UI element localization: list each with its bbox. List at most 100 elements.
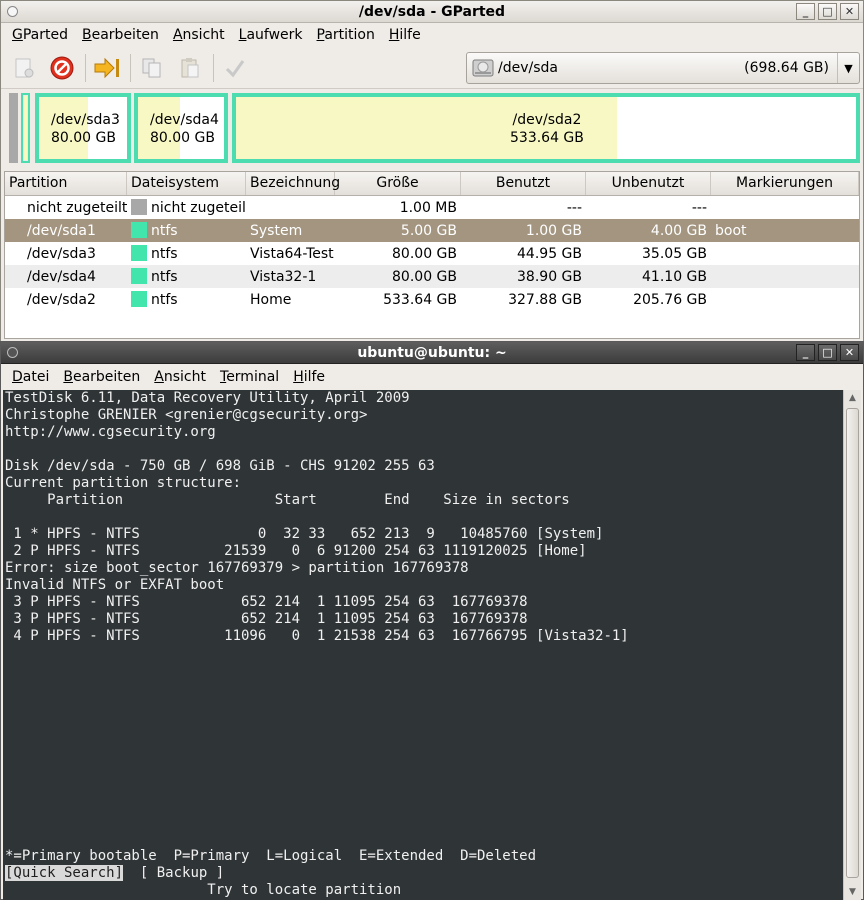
menu-laufwerk[interactable]: Laufwerk [239, 27, 303, 43]
new-partition-button[interactable] [9, 53, 39, 83]
terminal-scrollbar[interactable]: ▲ ▼ [843, 390, 861, 900]
unallocated-block[interactable] [9, 93, 18, 163]
window-menu-icon[interactable] [7, 6, 18, 17]
terminal-line: Christophe GRENIER <grenier@cgsecurity.o… [5, 407, 368, 423]
maximize-button[interactable]: □ [818, 3, 837, 20]
gparted-toolbar: /dev/sda (698.64 GB) ▼ [1, 47, 863, 89]
column-header-filesystem[interactable]: Dateisystem [127, 172, 246, 195]
table-row[interactable]: nicht zugeteilt nicht zugeteilt 1.00 MB … [5, 196, 859, 219]
device-selector[interactable]: /dev/sda (698.64 GB) ▼ [466, 52, 860, 84]
gparted-window: /dev/sda - GParted _ □ ✕ GParted Bearbei… [0, 0, 864, 343]
toolbar-separator [130, 53, 131, 82]
cell-used: 38.90 GB [517, 268, 582, 285]
gparted-menubar: GParted Bearbeiten Ansicht Laufwerk Part… [1, 23, 863, 47]
terminal-output[interactable]: TestDisk 6.11, Data Recovery Utility, Ap… [3, 390, 843, 900]
paste-icon [181, 57, 199, 77]
terminal-window: ubuntu@ubuntu: ~ _ □ ✕ Datei Bearbeiten … [0, 341, 864, 900]
partition-size: 80.00 GB [51, 130, 116, 146]
terminal-title: ubuntu@ubuntu: ~ [357, 345, 507, 361]
cell-used: 1.00 GB [525, 222, 582, 239]
delete-icon [50, 56, 74, 79]
terminal-line: http://www.cgsecurity.org [5, 424, 216, 440]
terminal-line: 3 P HPFS - NTFS 652 214 1 11095 254 63 1… [5, 611, 528, 627]
resize-move-button[interactable] [92, 53, 122, 83]
scrollbar-thumb[interactable] [846, 408, 859, 878]
column-header-flags[interactable]: Markierungen [711, 172, 859, 195]
menu-datei[interactable]: Datei [12, 369, 49, 385]
cell-size: 5.00 GB [400, 222, 457, 239]
menu-partition[interactable]: Partition [317, 27, 375, 43]
cell-unused: 4.00 GB [650, 222, 707, 239]
cell-filesystem: nicht zugeteilt [127, 199, 246, 216]
terminal-titlebar[interactable]: ubuntu@ubuntu: ~ _ □ ✕ [1, 342, 863, 364]
cell-partition: /dev/sda4 [27, 268, 96, 285]
paste-button[interactable] [175, 53, 205, 83]
terminal-line: TestDisk 6.11, Data Recovery Utility, Ap… [5, 390, 410, 406]
table-row[interactable]: /dev/sda4 ntfs Vista32-1 80.00 GB 38.90 … [5, 265, 859, 288]
partition-block-sda4[interactable]: /dev/sda4 80.00 GB [134, 93, 228, 163]
new-partition-icon [15, 58, 34, 77]
apply-icon [225, 59, 245, 77]
column-header-unused[interactable]: Unbenutzt [586, 172, 711, 195]
terminal-line: 3 P HPFS - NTFS 652 214 1 11095 254 63 1… [5, 594, 528, 610]
partition-map: /dev/sda3 80.00 GB /dev/sda4 80.00 GB /d… [6, 93, 860, 163]
column-header-partition[interactable]: Partition [5, 172, 127, 195]
column-header-label[interactable]: Bezeichnung [246, 172, 340, 195]
menu-terminal[interactable]: Terminal [220, 369, 279, 385]
menu-ansicht[interactable]: Ansicht [154, 369, 206, 385]
partition-name: /dev/sda3 [51, 112, 120, 128]
apply-button[interactable] [220, 53, 250, 83]
filesystem-color-swatch [131, 199, 147, 215]
column-header-used[interactable]: Benutzt [461, 172, 586, 195]
column-header-size[interactable]: Größe [335, 172, 461, 195]
table-row[interactable]: /dev/sda1 ntfs System 5.00 GB 1.00 GB 4.… [5, 219, 859, 242]
filesystem-color-swatch [131, 222, 147, 238]
close-button[interactable]: ✕ [840, 344, 859, 361]
cell-unused: 205.76 GB [633, 291, 707, 308]
close-button[interactable]: ✕ [840, 3, 859, 20]
terminal-menubar: Datei Bearbeiten Ansicht Terminal Hilfe [1, 364, 863, 389]
maximize-button[interactable]: □ [818, 344, 837, 361]
partition-block-sda2[interactable]: /dev/sda2 533.64 GB [232, 93, 860, 163]
cell-used: --- [566, 199, 582, 216]
toolbar-separator [213, 53, 214, 82]
cell-partition: nicht zugeteilt [27, 199, 127, 216]
backup-action[interactable]: [ Backup ] [123, 865, 224, 881]
menu-ansicht[interactable]: Ansicht [173, 27, 225, 43]
menu-hilfe[interactable]: Hilfe [389, 27, 421, 43]
table-header: Partition Dateisystem Bezeichnung Größe … [5, 172, 859, 196]
harddisk-icon [472, 59, 494, 77]
partition-block-sda1[interactable] [21, 93, 30, 163]
gparted-titlebar[interactable]: /dev/sda - GParted _ □ ✕ [1, 1, 863, 23]
cell-unused: 35.05 GB [642, 245, 707, 262]
cell-label: Home [250, 291, 292, 308]
minimize-button[interactable]: _ [796, 3, 815, 20]
cell-size: 1.00 MB [399, 199, 457, 216]
cell-filesystem: ntfs [127, 222, 246, 239]
menu-bearbeiten[interactable]: Bearbeiten [63, 369, 140, 385]
partition-block-sda3[interactable]: /dev/sda3 80.00 GB [35, 93, 131, 163]
menu-hilfe[interactable]: Hilfe [293, 369, 325, 385]
cell-size: 533.64 GB [383, 291, 457, 308]
cell-partition: /dev/sda1 [27, 222, 96, 239]
copy-button[interactable] [137, 53, 167, 83]
quick-search-action[interactable]: [Quick Search] [5, 865, 124, 881]
resize-move-icon [94, 57, 119, 78]
device-size: (698.64 GB) [744, 60, 829, 76]
cell-filesystem: ntfs [127, 268, 246, 285]
chevron-down-icon[interactable]: ▼ [837, 53, 859, 83]
window-menu-icon[interactable] [7, 347, 18, 358]
scroll-up-icon[interactable]: ▲ [844, 390, 861, 406]
table-row[interactable]: /dev/sda2 ntfs Home 533.64 GB 327.88 GB … [5, 288, 859, 311]
cell-label: Vista64-Test [250, 245, 334, 262]
menu-gparted[interactable]: GParted [12, 27, 68, 43]
scroll-down-icon[interactable]: ▼ [844, 884, 861, 900]
device-name: /dev/sda [498, 60, 558, 76]
table-row[interactable]: /dev/sda3 ntfs Vista64-Test 80.00 GB 44.… [5, 242, 859, 265]
minimize-button[interactable]: _ [796, 344, 815, 361]
delete-button[interactable] [47, 53, 77, 83]
cell-size: 80.00 GB [392, 245, 457, 262]
partition-name: /dev/sda2 [512, 112, 582, 128]
menu-bearbeiten[interactable]: Bearbeiten [82, 27, 159, 43]
